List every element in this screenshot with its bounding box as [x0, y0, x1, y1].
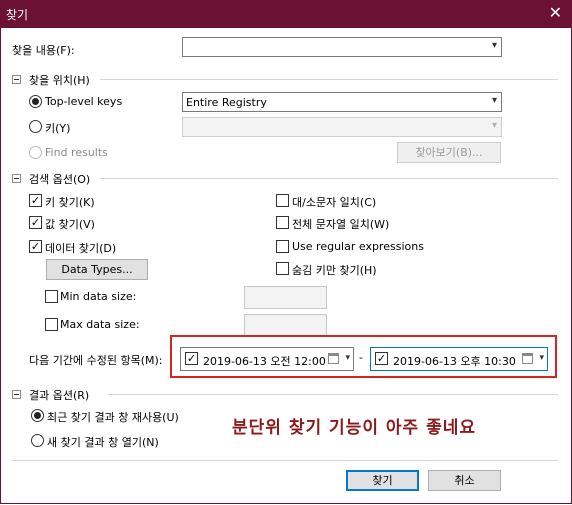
top-level-keys-radio[interactable]	[29, 95, 42, 108]
find-keys-checkbox[interactable]: ✓	[29, 194, 42, 207]
data-types-button[interactable]: Data Types...	[46, 259, 148, 280]
open-new-radio[interactable]	[31, 434, 44, 447]
max-data-size-label: Max data size:	[60, 318, 140, 331]
min-data-size-input	[244, 286, 327, 309]
title-bar: 찾기 ✕	[0, 0, 572, 28]
min-data-size-checkbox[interactable]	[45, 290, 58, 303]
use-regex-checkbox[interactable]	[276, 240, 289, 253]
find-data-checkbox[interactable]: ✓	[29, 240, 42, 253]
collapse-search-options-icon[interactable]	[12, 174, 21, 183]
cancel-button[interactable]: 취소	[428, 470, 501, 491]
annotation-text: 분단위 찾기 기능이 아주 좋네요	[232, 418, 476, 438]
chevron-down-icon[interactable]: ▾	[492, 40, 497, 51]
collapse-look-in-icon[interactable]	[12, 75, 21, 84]
match-case-checkbox[interactable]	[276, 194, 289, 207]
find-results-radio	[29, 146, 42, 159]
match-whole-label: 전체 문자열 일치(W)	[292, 218, 390, 231]
open-new-label: 새 찾기 결과 창 열기(N)	[47, 436, 159, 449]
key-radio[interactable]	[29, 120, 42, 133]
result-options-header: 결과 옵션(R)	[29, 389, 90, 402]
look-in-divider	[100, 79, 558, 80]
top-level-keys-label: Top-level keys	[45, 95, 123, 108]
find-hidden-label: 숨김 키만 찾기(H)	[292, 264, 377, 277]
find-values-checkbox[interactable]: ✓	[29, 216, 42, 229]
min-data-size-label: Min data size:	[60, 290, 137, 303]
reuse-recent-label: 최근 찾기 결과 창 재사용(U)	[47, 411, 179, 424]
find-button[interactable]: 찾기	[346, 470, 419, 491]
top-level-keys-select[interactable]: Entire Registry ▾	[182, 92, 502, 112]
result-options-divider	[108, 394, 558, 395]
reuse-recent-radio[interactable]	[31, 409, 44, 422]
find-what-label: 찾을 내용(F):	[12, 44, 75, 57]
match-whole-checkbox[interactable]	[276, 216, 289, 229]
collapse-result-options-icon[interactable]	[12, 390, 21, 399]
look-in-header: 찾을 위치(H)	[29, 74, 90, 87]
find-values-label: 값 찾기(V)	[45, 218, 95, 231]
find-hidden-checkbox[interactable]	[276, 262, 289, 275]
close-icon[interactable]: ✕	[549, 4, 562, 22]
key-select: ▾	[182, 117, 502, 137]
browse-button: 찾아보기(B)...	[397, 142, 501, 163]
highlight-box	[170, 335, 557, 378]
search-options-header: 검색 옵션(O)	[29, 173, 91, 186]
use-regex-label: Use regular expressions	[292, 240, 424, 253]
find-keys-label: 키 찾기(K)	[45, 196, 95, 209]
chevron-down-icon[interactable]: ▾	[492, 95, 497, 106]
find-data-label: 데이터 찾기(D)	[45, 242, 117, 255]
find-what-input[interactable]: ▾	[182, 37, 502, 57]
top-level-keys-value: Entire Registry	[186, 96, 267, 109]
match-case-label: 대/소문자 일치(C)	[292, 196, 377, 209]
search-options-divider	[100, 178, 558, 179]
modified-between-label: 다음 기간에 수정된 항목(M):	[29, 354, 163, 367]
max-data-size-input	[244, 314, 327, 337]
max-data-size-checkbox[interactable]	[45, 318, 58, 331]
key-label: 키(Y)	[45, 122, 71, 135]
window-title: 찾기	[6, 8, 29, 22]
footer-divider	[12, 460, 558, 461]
chevron-down-icon: ▾	[491, 120, 497, 131]
find-results-label: Find results	[45, 146, 108, 159]
